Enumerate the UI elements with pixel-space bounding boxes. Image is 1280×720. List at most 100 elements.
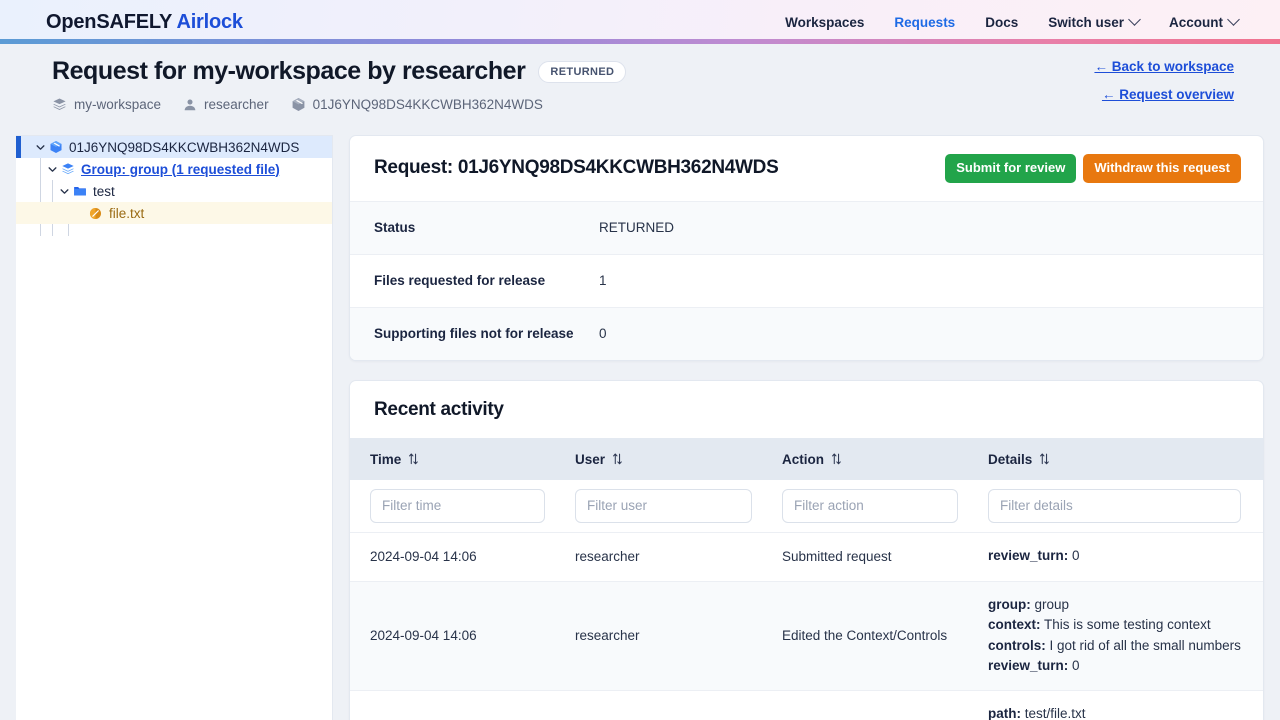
sort-icon[interactable] <box>831 453 842 465</box>
recent-activity-title: Recent activity <box>374 398 504 420</box>
detail-line: review_turn: 0 <box>988 656 1253 676</box>
primary-nav: Workspaces Requests Docs Switch user Acc… <box>785 12 1240 30</box>
cell-time: 2024-09-04 14:06 <box>350 581 555 691</box>
withdraw-request-button[interactable]: Withdraw this request <box>1083 154 1241 183</box>
file-tree: 01J6YNQ98DS4KKCWBH362N4WDS Group: group … <box>16 136 332 224</box>
page-title: Request for my-workspace by researcher <box>52 57 526 85</box>
nav-item-workspaces[interactable]: Workspaces <box>785 15 864 30</box>
filter-cell-action <box>762 479 968 533</box>
summary-label: Supporting files not for release <box>374 326 574 342</box>
breadcrumb-workspace: my-workspace <box>52 97 161 112</box>
cell-time: 2024-09-04 14:06 <box>350 531 555 582</box>
column-label: Time <box>370 451 402 467</box>
submit-for-review-button[interactable]: Submit for review <box>945 154 1077 183</box>
user-name: researcher <box>204 97 269 112</box>
workspace-name: my-workspace <box>74 97 162 112</box>
header-links: ← Back to workspace ← Request overview <box>1094 59 1234 102</box>
column-header-user[interactable]: User <box>555 437 762 480</box>
nav-item-account[interactable]: Account <box>1169 12 1240 30</box>
activity-filter-body <box>350 479 1263 533</box>
request-card-title: Request: 01J6YNQ98DS4KKCWBH362N4WDS <box>374 157 779 179</box>
detail-value: I got rid of all the small numbers <box>1049 637 1241 653</box>
summary-value: RETURNED <box>599 220 675 236</box>
main-content: Request: 01J6YNQ98DS4KKCWBH362N4WDS Subm… <box>333 135 1280 720</box>
request-cube-icon <box>47 140 64 154</box>
activity-table-head: Time User Action Details <box>350 437 1263 480</box>
detail-line: context: This is some testing context <box>988 615 1253 635</box>
summary-value: 0 <box>599 326 607 342</box>
filter-action-input[interactable] <box>782 488 958 523</box>
file-status-icon <box>87 207 104 220</box>
column-header-details[interactable]: Details <box>968 437 1263 480</box>
nav-label: Requests <box>894 14 956 30</box>
column-header-action[interactable]: Action <box>762 437 968 480</box>
chevron-down-icon[interactable] <box>58 187 71 196</box>
activity-header-row: Time User Action Details <box>350 437 1263 480</box>
title-row: Request for my-workspace by researcher R… <box>52 57 1234 86</box>
top-navigation-bar: OpenSAFELY Airlock Workspaces Requests D… <box>0 0 1280 44</box>
summary-label: Status <box>374 220 416 236</box>
detail-key: path: <box>988 706 1021 720</box>
layers-icon <box>53 98 66 110</box>
filter-time-input[interactable] <box>370 488 545 523</box>
nav-item-docs[interactable]: Docs <box>985 15 1018 30</box>
filter-cell-time <box>350 479 555 533</box>
tree-item-file-txt[interactable]: file.txt <box>16 202 332 224</box>
nav-label: Workspaces <box>785 14 865 30</box>
detail-value: group <box>1034 597 1070 613</box>
brand-name-accent: Airlock <box>176 10 243 33</box>
chevron-down-icon <box>1128 12 1141 26</box>
nav-label: Docs <box>985 14 1019 30</box>
cell-details: group: group context: This is some testi… <box>968 581 1263 691</box>
filter-cell-details <box>968 479 1263 533</box>
filter-user-input[interactable] <box>575 488 752 523</box>
request-card-actions: Submit for review Withdraw this request <box>945 154 1241 183</box>
summary-row-status: Status RETURNED <box>350 200 1263 254</box>
body-split: 01J6YNQ98DS4KKCWBH362N4WDS Group: group … <box>0 135 1280 720</box>
detail-key: group: <box>988 597 1031 613</box>
sort-icon[interactable] <box>1039 453 1050 465</box>
detail-line: review_turn: 0 <box>988 546 1253 566</box>
column-header-time[interactable]: Time <box>350 437 555 480</box>
user-icon <box>184 98 196 110</box>
detail-key: context: <box>988 617 1041 633</box>
request-card-header: Request: 01J6YNQ98DS4KKCWBH362N4WDS Subm… <box>350 136 1263 201</box>
activity-table: Time User Action Details Filter time Fil… <box>350 437 1263 720</box>
tree-item-label: test <box>93 183 115 199</box>
nav-item-requests[interactable]: Requests <box>894 15 955 30</box>
tree-item-label: file.txt <box>109 205 145 221</box>
column-label: User <box>575 451 606 467</box>
tree-item-request[interactable]: 01J6YNQ98DS4KKCWBH362N4WDS <box>16 136 332 158</box>
detail-line: controls: I got rid of all the small num… <box>988 636 1253 656</box>
nav-item-switch-user[interactable]: Switch user <box>1048 12 1141 30</box>
group-layers-icon <box>59 162 76 176</box>
tree-item-group[interactable]: Group: group (1 requested file) <box>16 158 332 180</box>
filter-details-input[interactable] <box>988 488 1241 523</box>
detail-line: path: test/file.txt <box>988 704 1253 720</box>
cell-action <box>762 690 968 720</box>
request-overview-link[interactable]: ← Request overview <box>1094 87 1234 102</box>
back-to-workspace-link[interactable]: ← Back to workspace <box>1094 59 1234 74</box>
nav-label: Switch user <box>1048 14 1124 30</box>
sort-icon[interactable] <box>408 453 419 465</box>
tree-item-label[interactable]: Group: group (1 requested file) <box>81 162 280 177</box>
tree-item-label: 01J6YNQ98DS4KKCWBH362N4WDS <box>69 139 300 155</box>
tree-item-folder-test[interactable]: test <box>16 180 332 202</box>
table-row: 2024-09-04 14:06 researcher Submitted re… <box>350 531 1263 582</box>
app-logo[interactable]: OpenSAFELY Airlock <box>46 11 243 34</box>
breadcrumb: my-workspace researcher 01J6YNQ98DS4KKCW… <box>52 97 1234 112</box>
brand-name-primary: OpenSAFELY <box>46 10 172 33</box>
detail-value: 0 <box>1072 547 1080 563</box>
request-summary-card: Request: 01J6YNQ98DS4KKCWBH362N4WDS Subm… <box>349 135 1264 361</box>
detail-line: group: group <box>988 595 1253 615</box>
request-cube-icon <box>292 98 304 111</box>
chevron-down-icon[interactable] <box>46 165 59 174</box>
status-badge: RETURNED <box>538 60 627 83</box>
detail-key: controls: <box>988 637 1046 653</box>
sort-icon[interactable] <box>612 453 623 465</box>
column-label: Details <box>988 451 1033 467</box>
cell-details: review_turn: 0 <box>968 531 1263 582</box>
detail-key: review_turn: <box>988 657 1069 673</box>
chevron-down-icon[interactable] <box>34 143 47 152</box>
file-tree-sidebar: 01J6YNQ98DS4KKCWBH362N4WDS Group: group … <box>16 135 333 720</box>
